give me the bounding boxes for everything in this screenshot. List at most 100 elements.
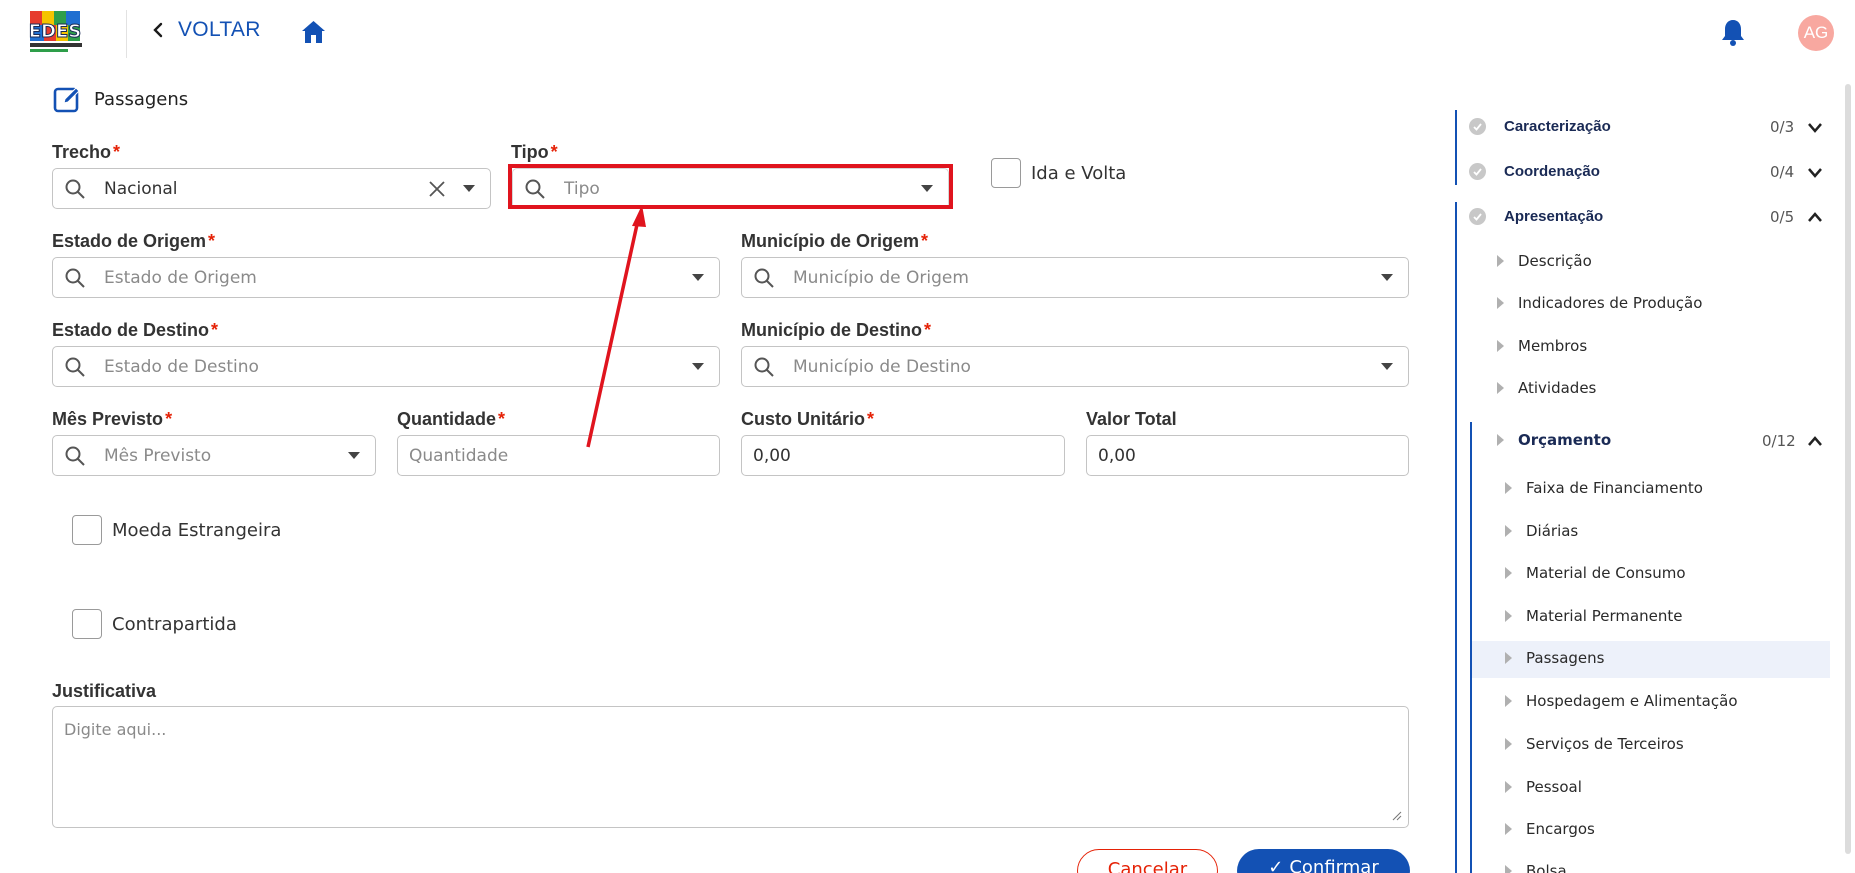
caret-right-icon [1505, 781, 1512, 793]
caret-right-icon [1497, 382, 1504, 394]
nav-item-material-consumo[interactable]: Material de Consumo [1505, 564, 1686, 582]
quantidade-placeholder: Quantidade [409, 445, 509, 466]
nav-item-label: Diárias [1526, 522, 1579, 540]
nav-item-atividades[interactable]: Atividades [1497, 379, 1596, 397]
contrapartida-checkbox[interactable] [72, 609, 102, 639]
check-circle-icon [1469, 163, 1486, 180]
nav-item-label: Descrição [1518, 252, 1592, 270]
custo-unitario-label: Custo Unitário * [741, 409, 875, 429]
municipio-destino-select[interactable]: Município de Destino [741, 346, 1409, 387]
section-title-text: Passagens [94, 88, 189, 110]
chevron-down-icon[interactable] [1808, 123, 1822, 133]
nav-item-pessoal[interactable]: Pessoal [1505, 778, 1582, 796]
tipo-label: Tipo * [511, 142, 558, 162]
moeda-estrangeira-checkbox[interactable] [72, 515, 102, 545]
resize-grip-icon[interactable] [1392, 811, 1402, 821]
moeda-estrangeira-label: Moeda Estrangeira [112, 520, 282, 541]
confirm-label: Confirmar [1289, 857, 1379, 873]
custo-unitario-input[interactable]: 0,00 [741, 435, 1065, 476]
caret-right-icon [1505, 695, 1512, 707]
caret-right-icon [1497, 297, 1504, 309]
nav-count: 0/5 [1770, 208, 1795, 226]
back-button[interactable]: VOLTAR [150, 18, 261, 42]
nav-item-hospedagem[interactable]: Hospedagem e Alimentação [1505, 692, 1738, 710]
estado-destino-select[interactable]: Estado de Destino [52, 346, 720, 387]
nav-count: 0/4 [1770, 163, 1795, 181]
nav-item-label: Indicadores de Produção [1518, 294, 1703, 312]
nav-item-orcamento[interactable]: Orçamento [1497, 431, 1611, 449]
estado-origem-select[interactable]: Estado de Origem [52, 257, 720, 298]
cancel-button[interactable]: Cancelar [1077, 849, 1218, 873]
nav-item-passagens[interactable]: Passagens [1505, 649, 1604, 667]
trecho-select[interactable]: Nacional [52, 168, 491, 209]
scrollbar[interactable] [1845, 84, 1851, 854]
caret-down-icon[interactable] [1380, 273, 1394, 283]
nav-item-label: Serviços de Terceiros [1526, 735, 1684, 753]
nav-item-diarias[interactable]: Diárias [1505, 522, 1578, 540]
check-circle-icon [1469, 118, 1486, 135]
municipio-origem-select[interactable]: Município de Origem [741, 257, 1409, 298]
svg-text:EDES: EDES [29, 21, 82, 42]
nav-item-indicadores[interactable]: Indicadores de Produção [1497, 294, 1702, 312]
nav-item-label: Faixa de Financiamento [1526, 479, 1703, 497]
chevron-up-icon[interactable] [1808, 436, 1822, 446]
user-avatar[interactable]: AG [1798, 15, 1834, 51]
nav-item-caracterizacao[interactable]: Caracterização [1469, 118, 1611, 135]
nav-item-coordenacao[interactable]: Coordenação [1469, 163, 1600, 180]
nav-item-label: Encargos [1526, 820, 1595, 838]
justificativa-textarea[interactable]: Digite aqui... [52, 706, 1409, 828]
valor-total-input[interactable]: 0,00 [1086, 435, 1409, 476]
nav-item-label: Caracterização [1504, 118, 1611, 135]
justificativa-placeholder: Digite aqui... [64, 720, 167, 739]
ida-volta-checkbox[interactable] [991, 158, 1021, 188]
back-label: VOLTAR [178, 18, 261, 41]
nav-item-apresentacao[interactable]: Apresentação [1469, 208, 1603, 225]
confirm-button[interactable]: ✓ Confirmar [1237, 849, 1410, 873]
municipio-origem-label: Município de Origem * [741, 231, 929, 251]
nav-item-encargos[interactable]: Encargos [1505, 820, 1595, 838]
nav-indicator-line [1455, 202, 1457, 873]
nav-item-descricao[interactable]: Descrição [1497, 252, 1592, 270]
estado-destino-label: Estado de Destino * [52, 320, 219, 340]
nav-item-membros[interactable]: Membros [1497, 337, 1587, 355]
caret-down-icon[interactable] [691, 273, 705, 283]
nav-item-faixa-financiamento[interactable]: Faixa de Financiamento [1505, 479, 1703, 497]
nav-item-material-permanente[interactable]: Material Permanente [1505, 607, 1683, 625]
caret-down-icon[interactable] [1380, 362, 1394, 372]
edit-icon [53, 87, 80, 113]
bell-icon[interactable] [1720, 18, 1746, 46]
quantidade-input[interactable]: Quantidade [397, 435, 720, 476]
nav-item-servicos-terceiros[interactable]: Serviços de Terceiros [1505, 735, 1684, 753]
contrapartida-label: Contrapartida [112, 614, 237, 635]
nav-item-label: Apresentação [1504, 208, 1604, 225]
quantidade-label: Quantidade * [397, 409, 506, 429]
clear-icon[interactable] [428, 180, 446, 198]
search-icon [65, 268, 85, 288]
mes-previsto-placeholder: Mês Previsto [104, 445, 212, 466]
nav-item-bolsa[interactable]: Bolsa [1505, 862, 1567, 873]
edes-logo: EDES [26, 9, 90, 53]
search-icon [65, 179, 85, 199]
nav-count: 0/3 [1770, 118, 1795, 136]
search-icon [754, 268, 774, 288]
caret-right-icon [1505, 482, 1512, 494]
caret-right-icon [1505, 652, 1512, 664]
header-divider [126, 10, 127, 58]
nav-item-label: Orçamento [1518, 431, 1612, 449]
chevron-left-icon [153, 22, 163, 38]
estado-origem-label: Estado de Origem * [52, 231, 216, 251]
mes-previsto-select[interactable]: Mês Previsto [52, 435, 376, 476]
caret-right-icon [1497, 255, 1504, 267]
check-circle-icon [1469, 208, 1486, 225]
caret-right-icon [1505, 738, 1512, 750]
caret-down-icon[interactable] [347, 451, 361, 461]
nav-item-label: Passagens [1526, 649, 1605, 667]
municipio-destino-placeholder: Município de Destino [793, 356, 971, 377]
home-icon[interactable] [300, 19, 327, 45]
chevron-up-icon[interactable] [1808, 212, 1822, 222]
chevron-down-icon[interactable] [1808, 168, 1822, 178]
nav-item-label: Membros [1518, 337, 1588, 355]
valor-total-label: Valor Total [1086, 409, 1177, 429]
caret-down-icon[interactable] [691, 362, 705, 372]
caret-down-icon[interactable] [462, 184, 476, 194]
